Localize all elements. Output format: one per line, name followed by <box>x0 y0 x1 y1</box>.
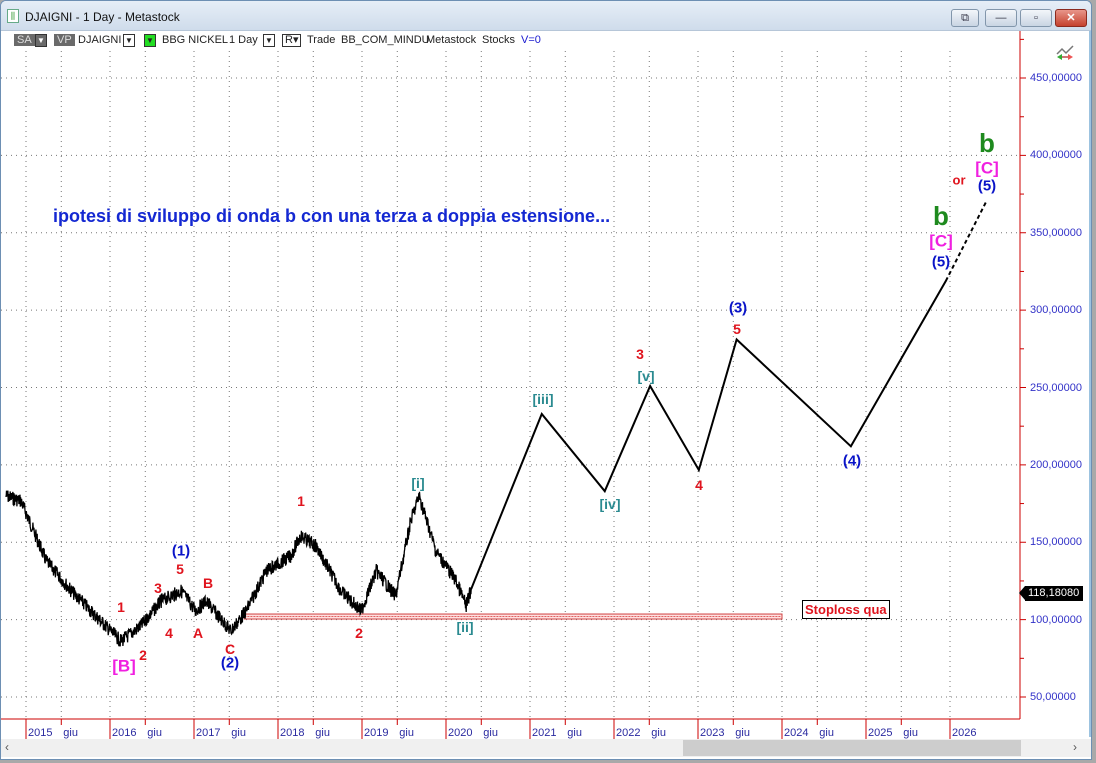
side-pane <box>1089 31 1091 737</box>
series-group <box>5 201 988 647</box>
wave-label: or <box>952 172 966 188</box>
wave-label: 1 <box>117 599 125 615</box>
projection-point <box>470 588 473 590</box>
wave-label: [C] <box>975 158 999 178</box>
wave-label: [iv] <box>599 496 621 512</box>
projection-point <box>540 413 543 415</box>
scroll-right-icon[interactable]: › <box>1073 740 1077 754</box>
x-tick-label: giu <box>903 727 918 739</box>
wave-label: 5 <box>733 321 741 337</box>
x-tick-label: giu <box>651 727 666 739</box>
wave-label: [v] <box>637 368 655 384</box>
x-tick-label: giu <box>147 727 162 739</box>
x-tick-label: giu <box>735 727 750 739</box>
x-tick-label: giu <box>483 727 498 739</box>
wave-label: (3) <box>728 299 748 317</box>
x-tick-label: giu <box>63 727 78 739</box>
wave-label: [iii] <box>532 391 554 407</box>
y-tick-label: 100,00000 <box>1030 613 1082 626</box>
wave-label: (2) <box>220 654 240 672</box>
wave-label: (5) <box>931 253 951 271</box>
wave-label: (4) <box>842 452 862 470</box>
y-tick-label: 300,00000 <box>1030 304 1082 317</box>
x-tick-label: 2021 <box>532 727 557 739</box>
projection-line <box>470 280 947 590</box>
wave-label: b <box>979 128 995 158</box>
wave-label: 4 <box>165 625 173 641</box>
projection-point <box>603 490 606 492</box>
x-tick-label: 2018 <box>280 727 305 739</box>
axis-ticks <box>25 38 1026 741</box>
x-tick-label: 2022 <box>616 727 641 739</box>
wave-label: 2 <box>139 647 147 663</box>
price-line <box>5 490 472 647</box>
wave-label: [B] <box>112 656 136 676</box>
wave-label: A <box>192 625 204 641</box>
projection-point <box>698 469 700 471</box>
horizontal-scrollbar[interactable]: ‹ › <box>1 739 1091 757</box>
x-tick-label: giu <box>819 727 834 739</box>
chart-window: ⫼ DJAIGNI - 1 Day - Metastock ⧉ — ▫ ✕ SA… <box>0 0 1092 760</box>
wave-label: 3 <box>636 346 644 362</box>
y-tick-label: 150,00000 <box>1030 536 1082 549</box>
price-chart[interactable] <box>1 1 1092 760</box>
wave-label: (5) <box>977 177 997 195</box>
wave-label: b <box>933 201 949 231</box>
x-tick-label: giu <box>315 727 330 739</box>
wave-label: (1) <box>171 542 191 560</box>
projection-point <box>649 385 651 387</box>
x-tick-label: 2015 <box>28 727 53 739</box>
projection-point <box>850 445 852 448</box>
x-tick-label: 2024 <box>784 727 809 739</box>
chart-tool-icon <box>1056 45 1074 60</box>
annotation-text: ipotesi di sviluppo di onda b con una te… <box>53 206 611 226</box>
y-tick-label: 250,00000 <box>1030 381 1082 394</box>
x-tick-label: 2017 <box>196 727 221 739</box>
x-tick-label: 2020 <box>448 727 473 739</box>
stoploss-line-group <box>243 613 783 620</box>
x-tick-label: 2026 <box>952 727 977 739</box>
x-tick-label: 2019 <box>364 727 389 739</box>
wave-label: [ii] <box>456 619 474 635</box>
wave-label: 5 <box>176 561 184 577</box>
wave-label: [C] <box>929 231 953 251</box>
x-tick-label: 2025 <box>868 727 893 739</box>
wave-label: 4 <box>695 477 703 493</box>
wave-label: 2 <box>355 625 363 641</box>
scrollbar-thumb[interactable] <box>683 740 1021 756</box>
y-tick-label: 450,00000 <box>1030 72 1082 84</box>
wave-label: B <box>202 575 214 591</box>
y-tick-label: 350,00000 <box>1030 226 1082 239</box>
wave-label: [i] <box>411 475 425 491</box>
wave-label: 1 <box>297 493 305 509</box>
wave-label: 3 <box>154 580 162 596</box>
y-tick-label: 400,00000 <box>1030 149 1082 162</box>
current-price-tag: 118,18080 <box>1018 586 1084 601</box>
stoploss-label: Stoploss qua <box>802 600 890 619</box>
x-tick-label: giu <box>399 727 414 739</box>
y-tick-label: 200,00000 <box>1030 458 1082 471</box>
x-tick-label: 2016 <box>112 727 137 739</box>
x-tick-label: giu <box>231 727 246 739</box>
y-tick-label: 50,00000 <box>1030 691 1076 703</box>
x-tick-label: giu <box>567 727 582 739</box>
scroll-left-icon[interactable]: ‹ <box>5 740 9 754</box>
projection-point <box>735 338 738 341</box>
x-tick-label: 2023 <box>700 727 725 739</box>
